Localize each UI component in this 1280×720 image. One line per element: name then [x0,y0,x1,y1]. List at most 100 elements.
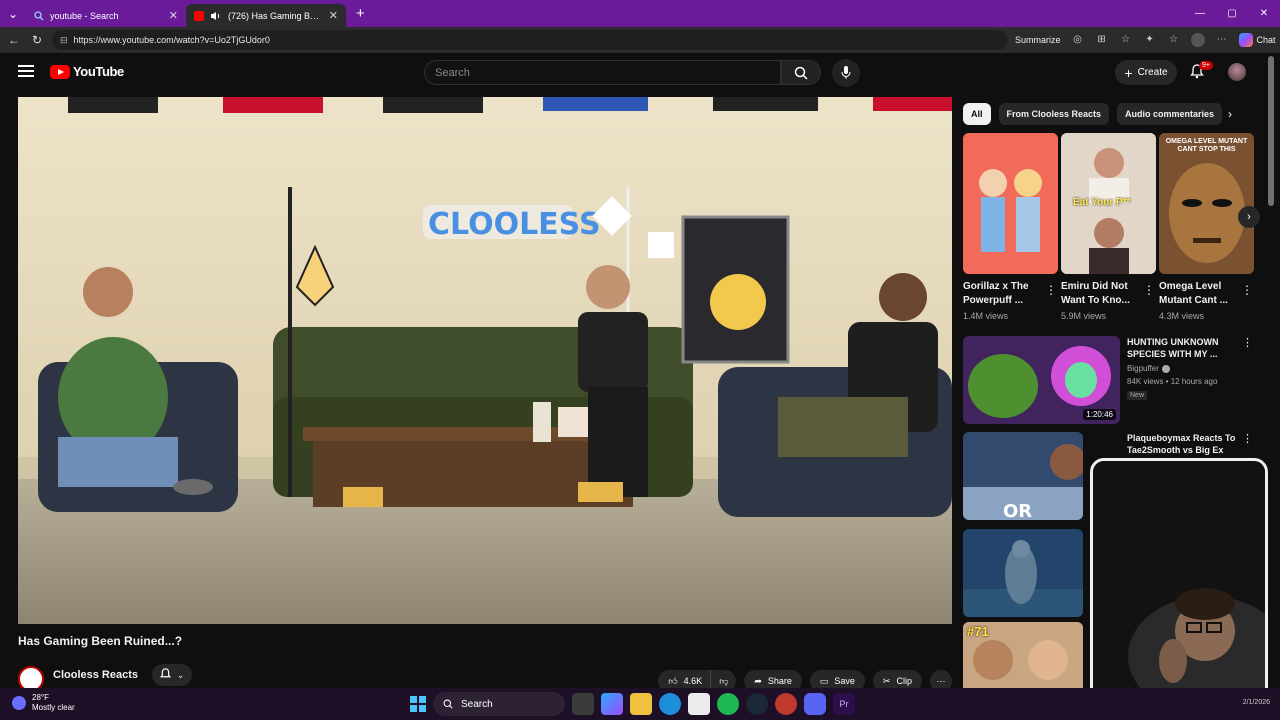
share-arrow-icon: ➦ [754,675,762,686]
back-arrow-icon[interactable]: ← [2,33,26,47]
scissors-icon: ✂ [882,675,891,686]
site-info-icon[interactable]: ⊟ [60,35,68,46]
voice-search-button[interactable] [832,59,860,87]
edge-browser-icon[interactable] [659,693,681,715]
short-item[interactable]: OMEGA LEVEL MUTANT CANT STOP THIS Omega … [1159,133,1254,321]
account-avatar[interactable] [1228,63,1246,81]
create-button[interactable]: + Create [1115,60,1177,85]
channel-name[interactable]: Clooless Reacts [53,669,138,681]
chip-audio-commentaries[interactable]: Audio commentaries [1117,103,1223,125]
search-icon [443,699,453,709]
copilot-chat-button[interactable]: Chat [1238,33,1276,47]
video-thumbnail[interactable]: 1:20:46 [963,336,1120,424]
video-thumbnail[interactable] [963,529,1083,617]
search-favicon-icon [34,10,44,21]
short-title[interactable]: Emiru Did Not Want To Kno... [1061,280,1141,308]
tab-video[interactable]: (726) Has Gaming Been Ruined...? ✕ [186,4,346,27]
extensions-puzzle-icon[interactable]: ✦ [1143,33,1157,47]
profile-avatar-icon[interactable] [1190,33,1205,47]
video-thumbnail[interactable]: OR [963,432,1083,520]
short-item[interactable]: Gorillaz x The Powerpuff ... 1.4M views … [963,133,1058,321]
video-player[interactable]: CLOOLESS [18,97,952,624]
short-thumbnail[interactable] [963,133,1058,274]
taskbar-search-label: Search [461,698,493,710]
close-window-icon[interactable]: ✕ [1248,0,1280,27]
short-views: 1.4M views [963,311,1009,321]
short-menu-icon[interactable]: ⋮ [1241,283,1253,297]
verified-check-icon [1161,364,1170,373]
video-channel[interactable]: Bigpuffer [1127,364,1170,373]
window-controls: — ▢ ✕ [1184,0,1280,27]
taskbar-search[interactable]: Search [433,692,565,716]
discord-icon[interactable] [804,693,826,715]
taskbar-date: 2/1/2026 [1242,699,1270,706]
chips-next-chevron-icon[interactable]: › [1228,107,1232,121]
short-title[interactable]: Omega Level Mutant Cant ... [1159,280,1239,308]
new-tab-plus-icon[interactable]: + [356,5,365,22]
chip-all[interactable]: All [963,103,991,125]
copilot-icon [1238,33,1253,47]
youtube-play-icon [50,64,70,79]
tab-close-icon[interactable]: ✕ [329,9,338,22]
page-scrollbar[interactable] [1268,56,1274,206]
filter-chips: All From Clooless Reacts Audio commentar… [963,103,1223,125]
channel-name-text: Bigpuffer [1127,364,1159,373]
tab-actions-chevron-icon[interactable]: ⌄ [0,0,26,27]
steam-icon[interactable] [746,693,768,715]
video-duration: 1:20:46 [1083,409,1116,420]
chip-from-channel[interactable]: From Clooless Reacts [998,103,1110,125]
video-title[interactable]: HUNTING UNKNOWN SPECIES WITH MY ... [1127,336,1237,360]
summarize-icon[interactable]: ◎ [1071,33,1085,47]
search-input[interactable]: Search [424,60,781,85]
url-text: https://www.youtube.com/watch?v=Uo2TjGUd… [73,35,270,45]
taskbar-center: Search Pr [410,692,855,716]
thumbs-down-icon: 👎︎ [719,675,729,686]
video-menu-icon[interactable]: ⋮ [1242,432,1253,445]
minimize-icon[interactable]: — [1184,0,1216,27]
maximize-icon[interactable]: ▢ [1216,0,1248,27]
short-item[interactable]: Eat Your P** Emiru Did Not Want To Kno..… [1061,133,1156,321]
tab-youtube-search[interactable]: youtube - Search ✕ [26,4,186,27]
video-menu-icon[interactable]: ⋮ [1242,336,1253,349]
search-button[interactable] [781,60,821,85]
favorite-star-icon[interactable]: ☆ [1119,33,1133,47]
clip-label: Clip [896,676,912,686]
short-title[interactable]: Gorillaz x The Powerpuff ... [963,280,1043,308]
new-badge: New [1127,391,1148,400]
bookmark-icon: ▭ [819,675,829,686]
video-meta: 84K views • 12 hours ago [1127,377,1218,386]
subscription-bell-button[interactable]: ⌄ [152,664,192,686]
file-explorer-icon[interactable] [630,693,652,715]
tab-close-icon[interactable]: ✕ [169,9,178,22]
app-available-icon[interactable]: ⊞ [1095,33,1109,47]
shorts-next-arrow-icon[interactable]: › [1238,206,1260,228]
summarize-button[interactable]: Summarize [1015,35,1061,45]
copilot-app-icon[interactable] [601,693,623,715]
menu-hamburger-icon[interactable] [18,65,34,77]
favorites-bar-icon[interactable]: ☆ [1167,33,1181,47]
tab-title: (726) Has Gaming Been Ruined...? [228,10,323,21]
record-app-icon[interactable] [775,693,797,715]
spotify-icon[interactable] [717,693,739,715]
short-menu-icon[interactable]: ⋮ [1045,283,1057,297]
short-thumbnail[interactable]: Eat Your P** [1061,133,1156,274]
more-options-icon[interactable]: ⋯ [1215,33,1229,47]
short-thumbnail[interactable]: OMEGA LEVEL MUTANT CANT STOP THIS [1159,133,1254,274]
reload-icon[interactable]: ↻ [25,33,49,47]
plus-icon: + [1124,64,1133,81]
youtube-logo[interactable]: YouTube [50,64,124,79]
recommended-video[interactable]: 1:20:46 HUNTING UNKNOWN SPECIES WITH MY … [963,336,1253,424]
channel-row: Clooless Reacts ⌄ 👍︎ 4.6K 👎︎ ➦ Share ▭ S… [18,664,952,692]
premiere-pro-icon[interactable]: Pr [833,693,855,715]
search-icon [794,66,808,80]
short-menu-icon[interactable]: ⋮ [1143,283,1155,297]
microsoft-store-icon[interactable] [688,693,710,715]
video-title[interactable]: Plaqueboymax Reacts To Tae2Smooth vs Big… [1127,432,1237,456]
windows-start-icon[interactable] [410,696,426,712]
weather-widget[interactable]: 28°F Mostly clear [12,693,75,713]
browser-tab-strip: ⌄ youtube - Search ✕ (726) Has Gaming Be… [0,0,1280,27]
task-view-icon[interactable] [572,693,594,715]
speaker-icon[interactable] [210,11,222,21]
save-label: Save [834,676,855,686]
url-field[interactable]: ⊟ https://www.youtube.com/watch?v=Uo2TjG… [52,30,1007,50]
